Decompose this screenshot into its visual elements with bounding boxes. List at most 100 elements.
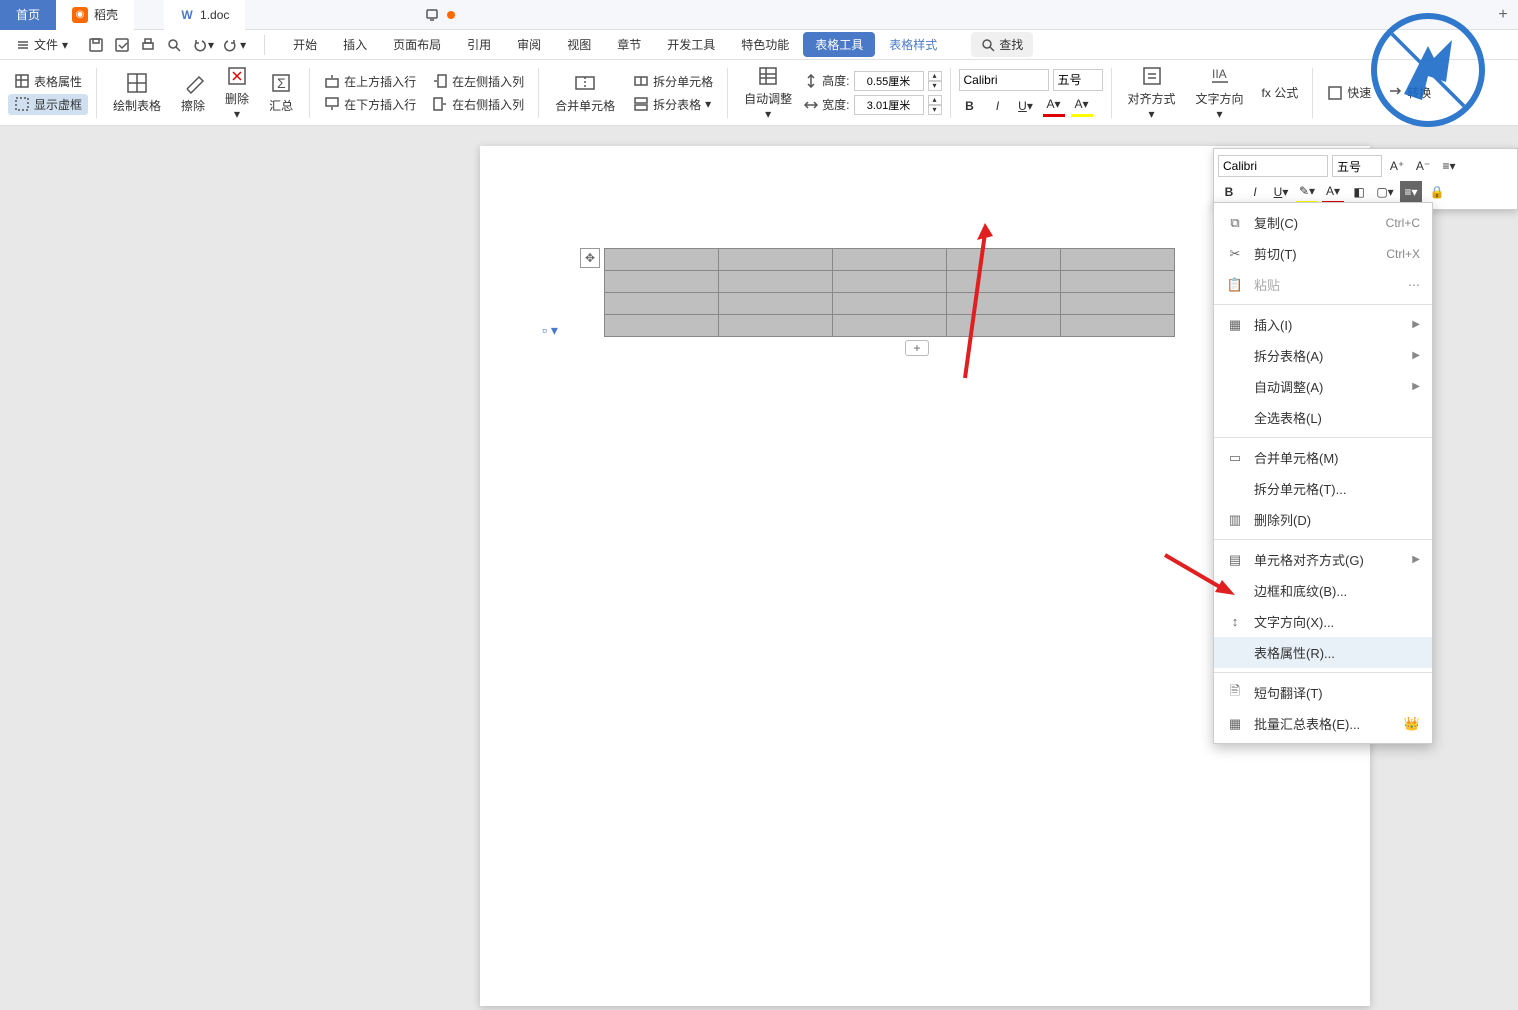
highlight-button[interactable]: A▾ (1071, 95, 1093, 117)
unsaved-dot-icon (447, 11, 455, 19)
hamburger-icon (16, 38, 30, 52)
italic-button[interactable]: I (987, 95, 1009, 117)
print-icon[interactable] (140, 37, 156, 53)
formula-button[interactable]: fx 公式 (1256, 82, 1305, 103)
tab-table-tools[interactable]: 表格工具 (803, 32, 875, 57)
save-icon[interactable] (88, 37, 104, 53)
fire-icon: ◉ (72, 7, 88, 23)
sum-button[interactable]: Σ汇总 (261, 67, 301, 118)
width-spinner[interactable]: ▴▾ (928, 95, 942, 115)
search-box[interactable]: 查找 (971, 32, 1033, 57)
translate-icon: 🖹 (1226, 684, 1244, 702)
alignment-button[interactable]: 对齐方式▾ (1120, 60, 1184, 125)
ctx-cut[interactable]: ✂ 剪切(T) Ctrl+X (1214, 238, 1432, 269)
ribbon-size-select[interactable] (1053, 69, 1103, 91)
mini-grow-font[interactable]: A⁺ (1386, 155, 1408, 177)
tab-home[interactable]: 首页 (0, 0, 56, 30)
merge-icon (573, 71, 597, 95)
ctx-split-cell[interactable]: 拆分单元格(T)... (1214, 473, 1432, 504)
ctx-merge-cells[interactable]: ▭ 合并单元格(M) (1214, 442, 1432, 473)
split-cell-button[interactable]: 拆分单元格 (627, 71, 719, 92)
ctx-delete-col[interactable]: ▥ 删除列(D) (1214, 504, 1432, 535)
mini-format-painter[interactable]: ◧ (1348, 181, 1370, 203)
autofit-button[interactable]: 自动调整▾ (736, 60, 800, 125)
mini-border[interactable]: ▢▾ (1374, 181, 1396, 203)
text-dir-icon: ↕ (1226, 613, 1244, 631)
ctx-batch-sum[interactable]: ▦ 批量汇总表格(E)... 👑 (1214, 708, 1432, 739)
split-table-button[interactable]: 拆分表格▾ (627, 94, 719, 115)
mini-lock[interactable]: 🔒 (1426, 181, 1448, 203)
ctx-split-table[interactable]: 拆分表格(A) ▶ (1214, 340, 1432, 371)
col-left-icon (432, 73, 448, 89)
ctx-select-table[interactable]: 全选表格(L) (1214, 402, 1432, 433)
tab-view[interactable]: 视图 (555, 32, 603, 57)
undo-button[interactable]: ▾ (192, 37, 214, 53)
ctx-insert[interactable]: ▦ 插入(I) ▶ (1214, 309, 1432, 340)
mini-align[interactable]: ≡▾ (1400, 181, 1422, 203)
insert-col-left-button[interactable]: 在左侧插入列 (426, 71, 530, 92)
ctx-table-properties[interactable]: 表格属性(R)... (1214, 637, 1432, 668)
chevron-right-icon: ▶ (1412, 350, 1420, 361)
draw-table-button[interactable]: 绘制表格 (105, 67, 169, 118)
titlebar: 首页 ◉ 稻壳 W 1.doc + (0, 0, 1518, 30)
print-preview-icon[interactable] (166, 37, 182, 53)
mini-underline[interactable]: U▾ (1270, 181, 1292, 203)
bold-button[interactable]: B (959, 95, 981, 117)
table-properties-button[interactable]: 表格属性 (8, 71, 88, 92)
chevron-right-icon: ▶ (1412, 554, 1420, 565)
tab-document[interactable]: W 1.doc (164, 0, 245, 30)
merge-cells-button[interactable]: 合并单元格 (547, 67, 623, 118)
ctx-cell-align[interactable]: ▤ 单元格对齐方式(G) ▶ (1214, 544, 1432, 575)
delete-button[interactable]: 删除▾ (217, 60, 257, 125)
document-table[interactable] (604, 248, 1175, 337)
tab-page-layout[interactable]: 页面布局 (381, 32, 453, 57)
redo-button[interactable]: ▾ (224, 37, 246, 53)
underline-button[interactable]: U▾ (1015, 95, 1037, 117)
add-row-button[interactable]: + (905, 340, 929, 356)
ctx-paste: 📋 粘贴 ⋯ (1214, 269, 1432, 300)
ctx-text-direction[interactable]: ↕ 文字方向(X)... (1214, 606, 1432, 637)
mini-font-select[interactable] (1218, 155, 1328, 177)
tab-review[interactable]: 审阅 (505, 32, 553, 57)
mini-italic[interactable]: I (1244, 181, 1266, 203)
merge-icon: ▭ (1226, 449, 1244, 467)
mini-line-spacing[interactable]: ≡▾ (1438, 155, 1460, 177)
save-as-icon[interactable] (114, 37, 130, 53)
watermark-logo (1368, 10, 1488, 130)
width-input[interactable] (854, 95, 924, 115)
mini-bold[interactable]: B (1218, 181, 1240, 203)
ctx-translate[interactable]: 🖹 短句翻译(T) (1214, 677, 1432, 708)
split-table-icon (633, 96, 649, 112)
mini-shrink-font[interactable]: A⁻ (1412, 155, 1434, 177)
sync-status (425, 8, 455, 22)
tab-start[interactable]: 开始 (281, 32, 329, 57)
page-marker-icon: ▫ ▾ (542, 322, 558, 339)
eraser-button[interactable]: 擦除 (173, 67, 213, 118)
tab-chapter[interactable]: 章节 (605, 32, 653, 57)
height-input[interactable] (854, 71, 924, 91)
ctx-copy[interactable]: ⧉ 复制(C) Ctrl+C (1214, 207, 1432, 238)
ribbon-font-select[interactable] (959, 69, 1049, 91)
tab-special[interactable]: 特色功能 (729, 32, 801, 57)
tab-rice-shell[interactable]: ◉ 稻壳 (56, 0, 134, 30)
tab-references[interactable]: 引用 (455, 32, 503, 57)
file-menu-button[interactable]: 文件 ▾ (8, 32, 76, 57)
show-ruler-button[interactable]: 显示虚框 (8, 94, 88, 115)
insert-col-right-button[interactable]: 在右侧插入列 (426, 94, 530, 115)
mini-size-select[interactable] (1332, 155, 1382, 177)
ctx-border-shading[interactable]: 边框和底纹(B)... (1214, 575, 1432, 606)
font-color-button[interactable]: A▾ (1043, 95, 1065, 117)
tab-table-style[interactable]: 表格样式 (877, 32, 949, 57)
table-move-handle[interactable]: ✥ (580, 248, 600, 268)
insert-row-above-button[interactable]: 在上方插入行 (318, 71, 422, 92)
insert-row-below-button[interactable]: 在下方插入行 (318, 94, 422, 115)
tab-insert[interactable]: 插入 (331, 32, 379, 57)
text-direction-button[interactable]: IIA文字方向▾ (1188, 60, 1252, 125)
height-spinner[interactable]: ▴▾ (928, 71, 942, 91)
new-tab-button[interactable]: + (1488, 6, 1518, 24)
tab-dev-tools[interactable]: 开发工具 (655, 32, 727, 57)
ctx-autofit[interactable]: 自动调整(A) ▶ (1214, 371, 1432, 402)
mini-font-color[interactable]: A▾ (1322, 181, 1344, 203)
mini-highlight[interactable]: ✎▾ (1296, 181, 1318, 203)
ruler-icon (14, 96, 30, 112)
